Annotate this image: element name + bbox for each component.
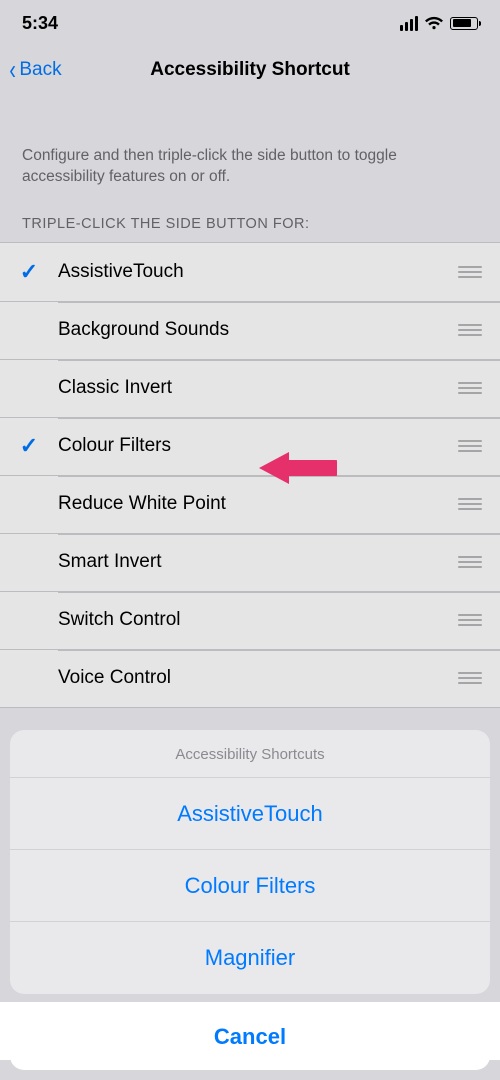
action-sheet-options: Accessibility Shortcuts AssistiveTouch C… (10, 730, 490, 994)
sheet-option-colour-filters[interactable]: Colour Filters (10, 850, 490, 922)
cancel-button[interactable]: Cancel (10, 1004, 490, 1070)
action-sheet: Accessibility Shortcuts AssistiveTouch C… (10, 730, 490, 1070)
sheet-option-magnifier[interactable]: Magnifier (10, 922, 490, 994)
action-sheet-title: Accessibility Shortcuts (10, 730, 490, 778)
sheet-option-assistivetouch[interactable]: AssistiveTouch (10, 778, 490, 850)
